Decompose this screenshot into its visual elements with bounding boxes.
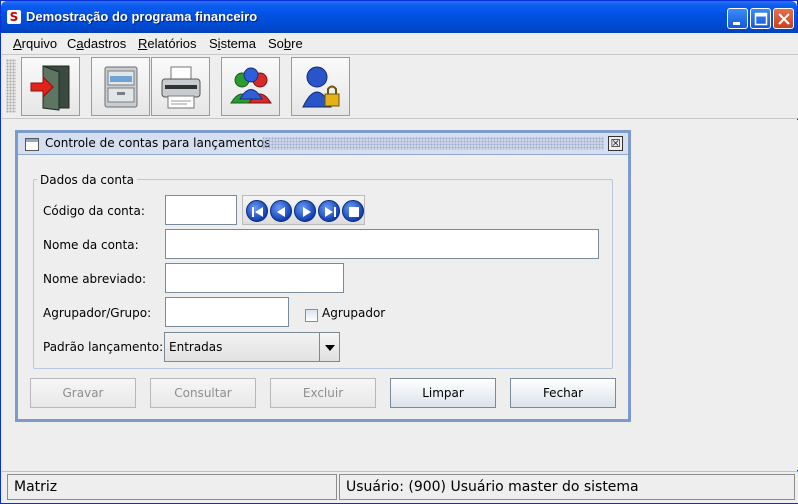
stop-icon <box>349 207 359 217</box>
next-record-icon <box>303 207 311 217</box>
abreviado-input[interactable] <box>165 263 344 293</box>
chevron-down-icon <box>325 345 335 351</box>
status-bar: Matriz Usuário: (900) Usuário master do … <box>2 471 798 503</box>
agrupador-checkbox-label[interactable]: Agrupador <box>322 306 385 320</box>
dropdown-button[interactable] <box>319 333 339 361</box>
close-button[interactable] <box>773 8 794 29</box>
previous-record-button[interactable] <box>270 200 292 222</box>
selected-value: Entradas <box>169 340 223 354</box>
codigo-label: Código da conta: <box>43 204 145 218</box>
app-icon: S <box>7 10 21 24</box>
toolbar <box>2 55 798 119</box>
first-record-button[interactable] <box>246 200 268 222</box>
last-record-icon <box>325 207 336 217</box>
user-lock-icon <box>302 66 340 108</box>
first-record-icon <box>252 207 263 217</box>
agrupador-input[interactable] <box>165 297 289 327</box>
minimize-button[interactable] <box>727 8 748 29</box>
status-user: Usuário: (900) Usuário master do sistema <box>339 474 795 500</box>
record-navigation <box>242 195 365 225</box>
menu-sistema[interactable]: Sistema <box>209 36 256 51</box>
limpar-button[interactable]: Limpar <box>390 378 496 408</box>
agrupador-label: Agrupador/Grupo: <box>43 306 152 320</box>
nome-input[interactable] <box>165 229 599 259</box>
file-cabinet-icon <box>104 66 138 108</box>
printer-icon <box>161 66 201 109</box>
abreviado-label: Nome abreviado: <box>43 272 147 286</box>
menu-cadastros[interactable]: Cadastros <box>67 36 126 51</box>
next-record-button[interactable] <box>294 200 316 222</box>
internal-frame-title-bar[interactable]: Controle de contas para lançamentos ☒ <box>18 133 628 155</box>
users-group-icon <box>230 67 272 104</box>
users-button[interactable] <box>221 57 280 116</box>
title-bar[interactable]: S Demostração do programa financeiro <box>1 1 797 33</box>
window-title: Demostração do programa financeiro <box>26 9 258 24</box>
cadastros-button[interactable] <box>91 57 150 116</box>
close-icon <box>778 13 790 25</box>
menu-arquivo[interactable]: Arquivo <box>13 36 57 51</box>
last-record-button[interactable] <box>318 200 340 222</box>
exit-door-icon <box>30 65 70 111</box>
menu-relatorios[interactable]: Relatórios <box>138 36 197 51</box>
group-title: Dados da conta <box>37 173 138 187</box>
print-button[interactable] <box>151 57 210 116</box>
toolbar-grip[interactable] <box>6 59 16 113</box>
internal-frame-title: Controle de contas para lançamentos <box>45 136 271 150</box>
title-grip-pattern <box>262 137 604 150</box>
consultar-button[interactable]: Consultar <box>150 378 256 408</box>
previous-record-icon <box>277 207 285 217</box>
exit-button[interactable] <box>21 57 80 116</box>
menu-sobre[interactable]: Sobre <box>268 36 303 51</box>
application-window: S Demostração do programa financeiro Arq… <box>0 0 798 504</box>
codigo-input[interactable] <box>165 195 237 225</box>
fechar-button[interactable]: Fechar <box>510 378 616 408</box>
maximize-icon <box>754 12 768 26</box>
frame-window-icon <box>25 138 39 151</box>
padrao-label: Padrão lançamento: <box>43 340 164 354</box>
excluir-button[interactable]: Excluir <box>270 378 376 408</box>
menu-bar: Arquivo Cadastros Relatórios Sistema Sob… <box>2 33 798 55</box>
security-button[interactable] <box>291 57 350 116</box>
maximize-button[interactable] <box>750 8 771 29</box>
internal-frame-close-icon[interactable]: ☒ <box>608 136 623 151</box>
padrao-lancamento-select[interactable]: Entradas <box>164 332 340 362</box>
nome-label: Nome da conta: <box>43 238 139 252</box>
status-company: Matriz <box>7 474 337 500</box>
stop-button[interactable] <box>342 200 364 222</box>
gravar-button[interactable]: Gravar <box>30 378 136 408</box>
agrupador-checkbox[interactable] <box>305 309 318 322</box>
internal-frame: Controle de contas para lançamentos ☒ Da… <box>15 130 631 422</box>
minimize-icon <box>733 22 740 25</box>
